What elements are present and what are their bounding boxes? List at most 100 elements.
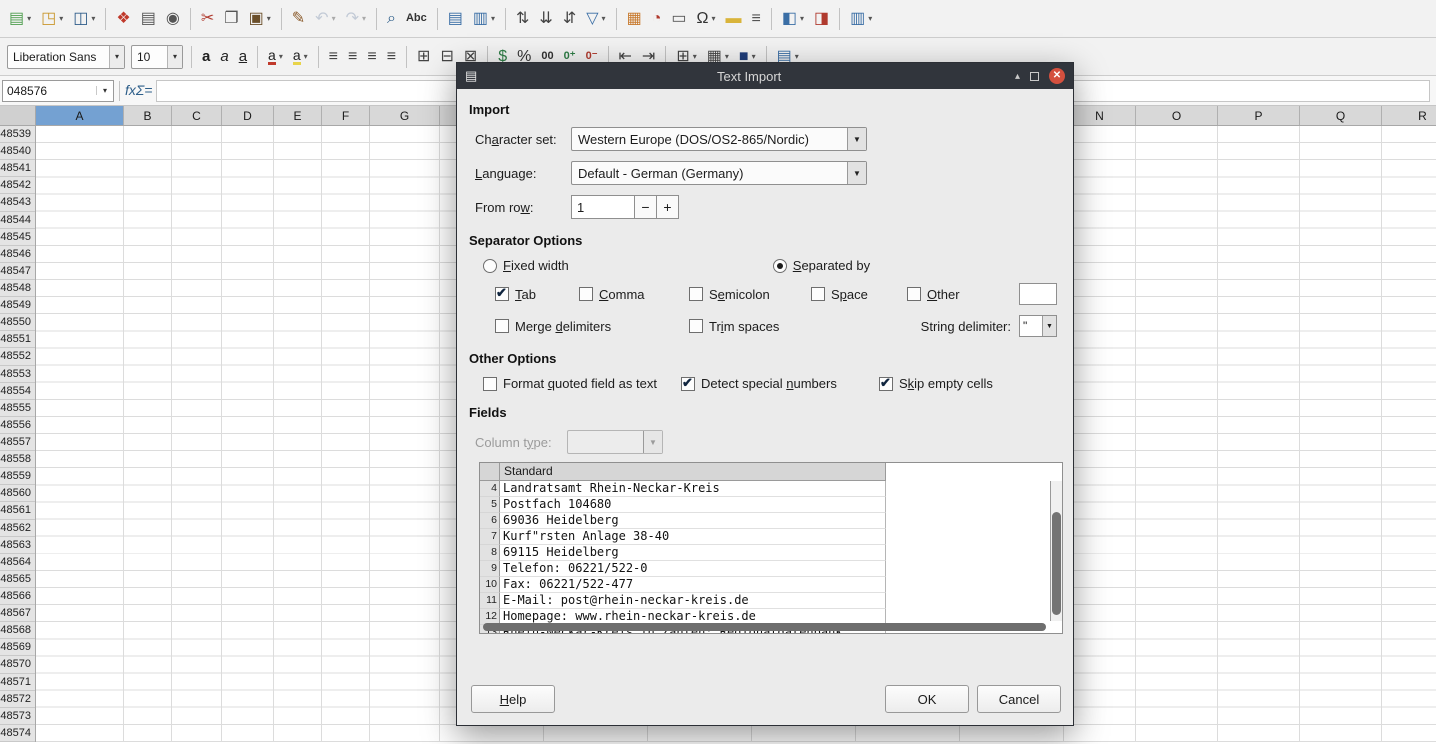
autofilter-icon[interactable]: ▽▾: [582, 6, 609, 32]
align-center-icon[interactable]: ≡: [344, 44, 361, 70]
checkbox-box[interactable]: [681, 377, 695, 391]
chevron-down-icon[interactable]: ▾: [91, 14, 95, 23]
column-header-f[interactable]: F: [322, 106, 370, 125]
grid-column-c[interactable]: [172, 126, 222, 742]
checkbox-format-quoted-field-as-text[interactable]: Format quoted field as text: [483, 376, 681, 391]
spin-minus-button[interactable]: −: [635, 195, 657, 219]
row-header-48569[interactable]: 48569: [0, 639, 35, 656]
insert-text-box-icon[interactable]: ▭: [667, 6, 690, 32]
chevron-down-icon[interactable]: ▼: [847, 128, 866, 150]
grid-column-p[interactable]: [1218, 126, 1300, 742]
row-header-48541[interactable]: 48541: [0, 160, 35, 177]
print-icon[interactable]: ▤: [137, 6, 160, 32]
row-header-48544[interactable]: 48544: [0, 212, 35, 229]
row-header-48552[interactable]: 48552: [0, 348, 35, 365]
row-header-48566[interactable]: 48566: [0, 588, 35, 605]
grid-column-d[interactable]: [222, 126, 274, 742]
copy-icon[interactable]: ❐: [220, 6, 242, 32]
radio-separated-by[interactable]: Separated by: [773, 258, 870, 273]
preview-vertical-scrollbar[interactable]: [1050, 481, 1062, 621]
row-header-48539[interactable]: 48539: [0, 126, 35, 143]
align-right-icon[interactable]: ≡: [363, 44, 380, 70]
row-header-48547[interactable]: 48547: [0, 263, 35, 280]
shade-icon[interactable]: ▴: [1015, 71, 1020, 82]
chevron-down-icon[interactable]: ▾: [491, 14, 495, 23]
insert-column-icon[interactable]: ▥▾: [469, 6, 499, 32]
checkbox-box[interactable]: [579, 287, 593, 301]
row-header-48574[interactable]: 48574: [0, 725, 35, 742]
chevron-down-icon[interactable]: ▾: [304, 52, 308, 61]
row-header-48564[interactable]: 48564: [0, 554, 35, 571]
checkbox-detect-special-numbers[interactable]: Detect special numbers: [681, 376, 879, 391]
checkbox-comma[interactable]: Comma: [579, 287, 689, 302]
split-window-icon[interactable]: ◨: [810, 6, 833, 32]
chevron-down-icon[interactable]: ▼: [1042, 316, 1056, 336]
redo-icon[interactable]: ↷▾: [342, 6, 370, 32]
column-header-d[interactable]: D: [222, 106, 274, 125]
row-header-48568[interactable]: 48568: [0, 622, 35, 639]
row-header-48571[interactable]: 48571: [0, 674, 35, 691]
name-box[interactable]: 048576 ▾: [2, 80, 114, 102]
row-header-48548[interactable]: 48548: [0, 280, 35, 297]
column-header-p[interactable]: P: [1218, 106, 1300, 125]
merge-cells-icon[interactable]: ⊟: [436, 44, 457, 70]
from-row-input[interactable]: 1: [571, 195, 635, 219]
underline-icon[interactable]: a: [235, 44, 251, 70]
grid-column-q[interactable]: [1300, 126, 1382, 742]
insert-comment-icon[interactable]: ▬: [721, 6, 745, 32]
sidebar-icon[interactable]: ▥▾: [846, 6, 876, 32]
grid-column-r[interactable]: [1382, 126, 1436, 742]
scrollbar-thumb[interactable]: [1052, 512, 1061, 616]
checkbox-box[interactable]: [689, 319, 703, 333]
checkbox-trim-spaces[interactable]: Trim spaces: [689, 319, 779, 334]
row-header-48543[interactable]: 48543: [0, 194, 35, 211]
row-header-48558[interactable]: 48558: [0, 451, 35, 468]
help-button[interactable]: Help: [471, 685, 555, 713]
print-preview-icon[interactable]: ◉: [162, 6, 184, 32]
column-type-dropdown[interactable]: ▼: [567, 430, 663, 454]
chevron-down-icon[interactable]: ▾: [109, 46, 124, 68]
row-header-48567[interactable]: 48567: [0, 605, 35, 622]
radio-circle[interactable]: [483, 259, 497, 273]
spelling-icon[interactable]: Abc: [402, 6, 431, 32]
restore-icon[interactable]: [1030, 72, 1039, 81]
save-icon[interactable]: ◫▾: [69, 6, 99, 32]
chevron-down-icon[interactable]: ▾: [693, 52, 697, 61]
font-size-combo[interactable]: 10▾: [131, 45, 183, 69]
checkbox-box[interactable]: [879, 377, 893, 391]
preview-column-header[interactable]: Standard: [500, 463, 886, 481]
import-preview-table[interactable]: Standard 4Landratsamt Rhein-Neckar-Kreis…: [479, 462, 1063, 634]
row-header-48562[interactable]: 48562: [0, 520, 35, 537]
new-document-icon[interactable]: ▤▾: [5, 6, 35, 32]
chevron-down-icon[interactable]: ▾: [332, 14, 336, 23]
chevron-down-icon[interactable]: ▾: [725, 52, 729, 61]
checkbox-box[interactable]: [689, 287, 703, 301]
insert-chart-icon[interactable]: ◔: [648, 6, 666, 32]
italic-icon[interactable]: a: [216, 44, 232, 70]
insert-row-icon[interactable]: ▤: [444, 6, 467, 32]
grid-column-o[interactable]: [1136, 126, 1218, 742]
chevron-down-icon[interactable]: ▾: [752, 52, 756, 61]
scrollbar-thumb[interactable]: [483, 623, 1046, 631]
headers-and-footers-icon[interactable]: ≡: [747, 6, 764, 32]
checkbox-box[interactable]: [483, 377, 497, 391]
checkbox-merge-delimiters[interactable]: Merge delimiters: [495, 319, 689, 334]
checkbox-box[interactable]: [495, 287, 509, 301]
cancel-button[interactable]: Cancel: [977, 685, 1061, 713]
undo-icon[interactable]: ↶▾: [311, 6, 339, 32]
row-header-48551[interactable]: 48551: [0, 331, 35, 348]
row-header-48560[interactable]: 48560: [0, 485, 35, 502]
chevron-down-icon[interactable]: ▼: [847, 162, 866, 184]
highlighting-color-icon[interactable]: a▾: [289, 44, 312, 70]
row-header-48559[interactable]: 48559: [0, 468, 35, 485]
grid-column-b[interactable]: [124, 126, 172, 742]
row-header-48570[interactable]: 48570: [0, 656, 35, 673]
checkbox-tab[interactable]: Tab: [495, 287, 579, 302]
preview-horizontal-scrollbar[interactable]: [483, 623, 1046, 631]
insert-image-icon[interactable]: ▦: [623, 6, 646, 32]
row-header-48540[interactable]: 48540: [0, 143, 35, 160]
row-header-48556[interactable]: 48556: [0, 417, 35, 434]
row-header-48546[interactable]: 48546: [0, 246, 35, 263]
align-left-icon[interactable]: ≡: [325, 44, 342, 70]
row-header-48573[interactable]: 48573: [0, 708, 35, 725]
